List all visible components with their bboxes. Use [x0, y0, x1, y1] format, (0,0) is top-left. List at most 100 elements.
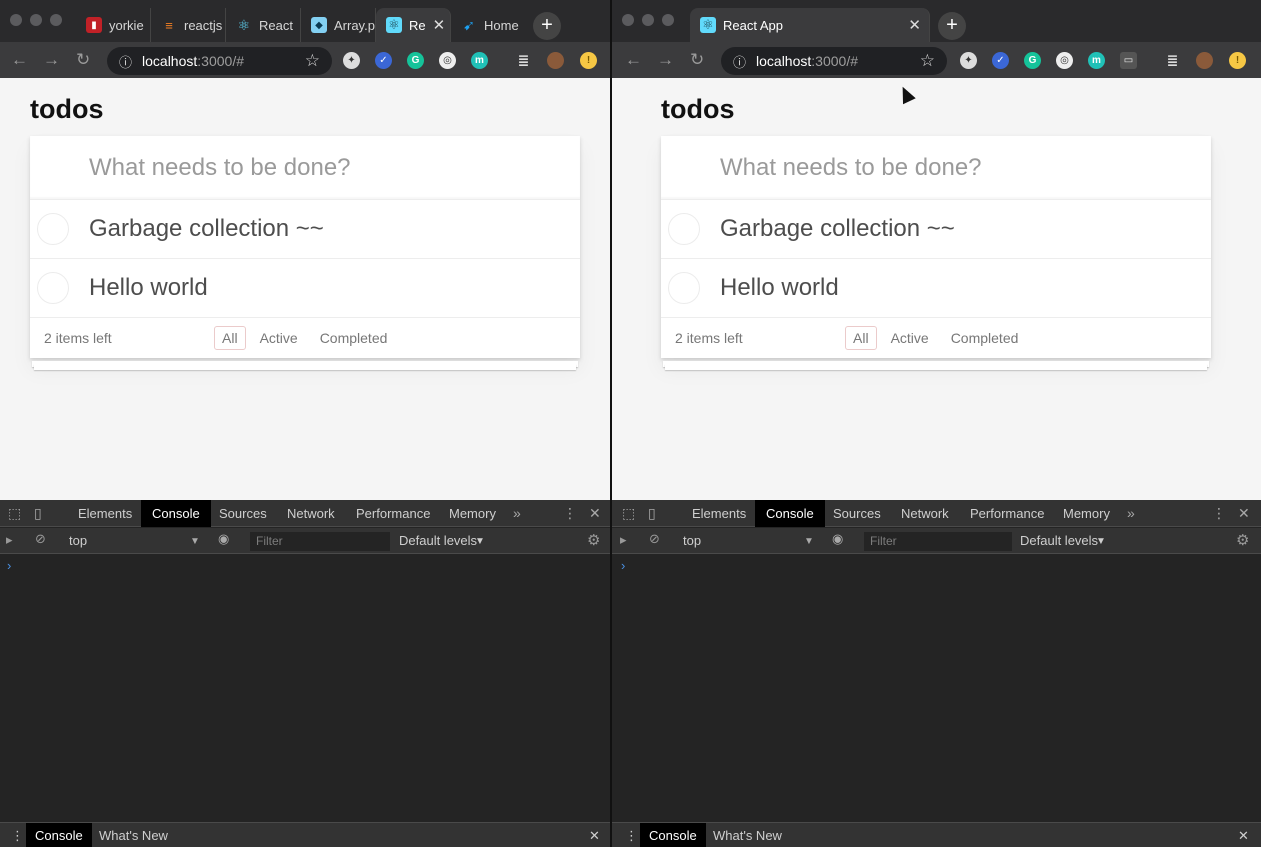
grammarly-icon[interactable]: G [407, 52, 424, 69]
extension-m-icon[interactable]: m [1088, 52, 1105, 69]
console-prompt[interactable]: › [7, 558, 11, 573]
new-tab-button[interactable]: + [938, 12, 966, 40]
extension-card-icon[interactable]: ▭ [1120, 52, 1137, 69]
extension-check-icon[interactable]: ✓ [375, 52, 392, 69]
extension-m-icon[interactable]: m [471, 52, 488, 69]
kebab-menu-icon[interactable]: ⋮ [563, 505, 577, 522]
back-icon[interactable]: ← [11, 50, 28, 70]
tab-array[interactable]: ◆ Array.p [301, 8, 376, 42]
forward-icon[interactable]: → [657, 50, 674, 70]
minimize-window-button[interactable] [642, 14, 654, 26]
context-selector[interactable]: top [683, 533, 701, 548]
clear-console-icon[interactable]: ⊘ [649, 531, 660, 547]
console-settings-gear-icon[interactable]: ⚙ [587, 531, 600, 549]
reload-icon[interactable]: ↻ [76, 50, 90, 70]
tab-reactjs[interactable]: ≡ reactjs [151, 8, 226, 42]
todo-label[interactable]: Hello world [89, 274, 208, 302]
forward-icon[interactable]: → [43, 50, 60, 70]
inspect-element-icon[interactable]: ⬚ [8, 505, 21, 522]
device-toolbar-icon[interactable]: ▯ [34, 505, 42, 522]
close-devtools-icon[interactable]: ✕ [1238, 505, 1250, 522]
tab-react-app[interactable]: ⚛ React App ✕ [690, 8, 930, 42]
kebab-menu-icon[interactable]: ⋮ [1212, 505, 1226, 522]
filter-active[interactable]: Active [883, 326, 937, 350]
filter-active[interactable]: Active [252, 326, 306, 350]
close-window-button[interactable] [622, 14, 634, 26]
device-toolbar-icon[interactable]: ▯ [648, 505, 656, 522]
console-filter-input[interactable]: Filter [250, 532, 390, 551]
devtools-tab-sources[interactable]: Sources [208, 500, 278, 527]
bookmark-star-icon[interactable]: ☆ [305, 51, 320, 71]
close-tab-icon[interactable]: ✕ [908, 16, 921, 34]
drawer-tab-whats-new[interactable]: What's New [90, 823, 177, 847]
console-settings-gear-icon[interactable]: ⚙ [1236, 531, 1249, 549]
more-tabs-icon[interactable]: » [513, 505, 521, 521]
devtools-tab-console[interactable]: Console [141, 500, 211, 527]
zoom-window-button[interactable] [50, 14, 62, 26]
extension-check-icon[interactable]: ✓ [992, 52, 1009, 69]
todo-toggle-checkbox[interactable] [668, 213, 700, 245]
filter-completed[interactable]: Completed [312, 326, 396, 350]
sidebar-toggle-icon[interactable]: ▸ [6, 532, 13, 548]
log-levels-dropdown[interactable]: Default levels [1020, 533, 1098, 548]
todo-label[interactable]: Garbage collection ~~ [720, 215, 955, 243]
extension-chat-icon[interactable]: ◎ [1056, 52, 1073, 69]
todo-label[interactable]: Hello world [720, 274, 839, 302]
devtools-tab-console[interactable]: Console [755, 500, 825, 527]
back-icon[interactable]: ← [625, 50, 642, 70]
tab-home[interactable]: ➹ Home [451, 8, 526, 42]
tab-yorkie[interactable]: ▮ yorkie [76, 8, 151, 42]
console-prompt[interactable]: › [621, 558, 625, 573]
devtools-tab-elements[interactable]: Elements [67, 500, 143, 527]
devtools-tab-memory[interactable]: Memory [1052, 500, 1121, 527]
devtools-tab-performance[interactable]: Performance [959, 500, 1055, 527]
new-tab-button[interactable]: + [533, 12, 561, 40]
close-devtools-icon[interactable]: ✕ [589, 505, 601, 522]
log-levels-dropdown[interactable]: Default levels [399, 533, 477, 548]
new-todo-input[interactable]: What needs to be done? [30, 136, 580, 200]
zoom-window-button[interactable] [662, 14, 674, 26]
close-window-button[interactable] [10, 14, 22, 26]
devtools-tab-network[interactable]: Network [890, 500, 960, 527]
bookmark-star-icon[interactable]: ☆ [920, 51, 935, 71]
close-tab-icon[interactable]: ✕ [433, 16, 446, 34]
eye-icon[interactable]: ◉ [832, 531, 843, 547]
extension-warning-icon[interactable]: ! [1229, 52, 1246, 69]
media-control-icon[interactable]: ≣ [515, 52, 532, 69]
close-drawer-icon[interactable]: ✕ [580, 823, 609, 847]
context-selector[interactable]: top [69, 533, 87, 548]
profile-avatar[interactable] [547, 52, 564, 69]
filter-all[interactable]: All [845, 326, 877, 350]
extension-compass-icon[interactable]: ✦ [960, 52, 977, 69]
devtools-tab-memory[interactable]: Memory [438, 500, 507, 527]
media-control-icon[interactable]: ≣ [1164, 52, 1181, 69]
todo-toggle-checkbox[interactable] [37, 272, 69, 304]
grammarly-icon[interactable]: G [1024, 52, 1041, 69]
devtools-tab-sources[interactable]: Sources [822, 500, 892, 527]
drawer-tab-whats-new[interactable]: What's New [704, 823, 791, 847]
extension-warning-icon[interactable]: ! [580, 52, 597, 69]
tab-react-active[interactable]: ⚛ Re ✕ [376, 8, 451, 42]
devtools-tab-network[interactable]: Network [276, 500, 346, 527]
drawer-tab-console[interactable]: Console [26, 823, 92, 847]
todo-label[interactable]: Garbage collection ~~ [89, 215, 324, 243]
devtools-tab-elements[interactable]: Elements [681, 500, 757, 527]
filter-completed[interactable]: Completed [943, 326, 1027, 350]
profile-avatar[interactable] [1196, 52, 1213, 69]
new-todo-input[interactable]: What needs to be done? [661, 136, 1211, 200]
clear-console-icon[interactable]: ⊘ [35, 531, 46, 547]
console-filter-input[interactable]: Filter [864, 532, 1012, 551]
todo-toggle-checkbox[interactable] [668, 272, 700, 304]
sidebar-toggle-icon[interactable]: ▸ [620, 532, 627, 548]
more-tabs-icon[interactable]: » [1127, 505, 1135, 521]
filter-all[interactable]: All [214, 326, 246, 350]
drawer-tab-console[interactable]: Console [640, 823, 706, 847]
reload-icon[interactable]: ↻ [690, 50, 704, 70]
todo-toggle-checkbox[interactable] [37, 213, 69, 245]
minimize-window-button[interactable] [30, 14, 42, 26]
devtools-tab-performance[interactable]: Performance [345, 500, 441, 527]
extension-chat-icon[interactable]: ◎ [439, 52, 456, 69]
eye-icon[interactable]: ◉ [218, 531, 229, 547]
inspect-element-icon[interactable]: ⬚ [622, 505, 635, 522]
address-bar[interactable]: ⓘ localhost:3000/# ☆ [107, 47, 332, 75]
